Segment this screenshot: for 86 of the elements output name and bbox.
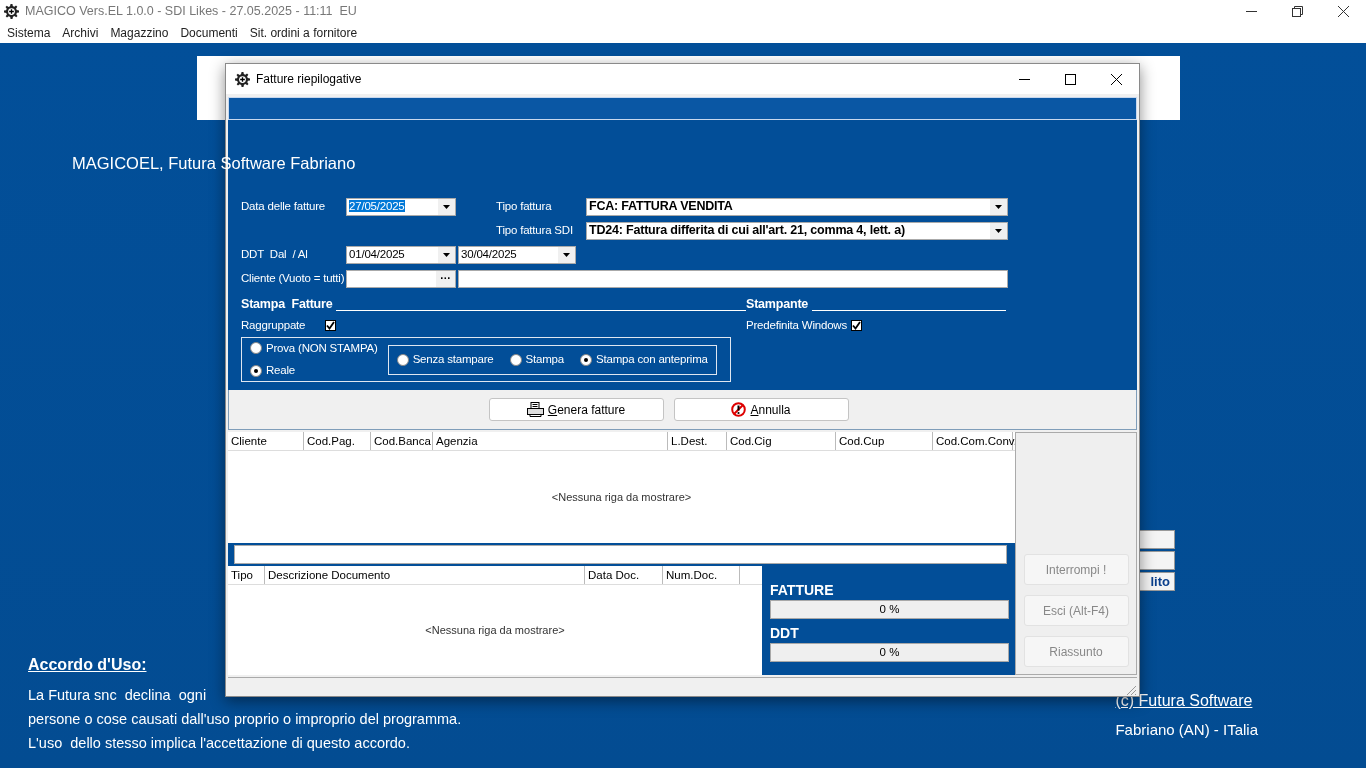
dropdown-button[interactable]	[990, 222, 1007, 239]
resize-grip-icon[interactable]	[1125, 684, 1137, 696]
gear-icon	[235, 71, 250, 87]
customer-name-field[interactable]	[458, 269, 1008, 288]
dropdown-button[interactable]	[990, 198, 1007, 215]
checkbox-label: Raggruppate	[241, 317, 307, 333]
menu-item[interactable]: Magazzino	[105, 23, 176, 42]
input-field[interactable]	[234, 545, 1007, 564]
progress-label: DDT	[770, 625, 799, 641]
field-label: Tipo fattura	[496, 198, 553, 214]
radio-label: Reale	[266, 363, 296, 378]
column-header[interactable]: L.Dest.	[668, 432, 727, 450]
field-value: TD24: Fattura differita di cui all'art. 21, comma 4, lett. a)	[589, 223, 905, 238]
column-header[interactable]: Tipo	[228, 566, 265, 584]
agreement-text: persone o cose causati dall'uso proprio o improprio del programma.	[28, 711, 462, 727]
column-header[interactable]: Data Doc.	[585, 566, 663, 584]
menu-item[interactable]: Documenti	[175, 23, 245, 42]
radio-button[interactable]	[250, 342, 262, 355]
radio-button[interactable]	[509, 353, 522, 366]
radio-label: Stampa	[525, 351, 564, 367]
dropdown-field[interactable]: 01/04/2025	[346, 245, 456, 264]
radio-button[interactable]	[396, 353, 409, 366]
radio-button[interactable]	[250, 364, 262, 377]
dialog-title: Fatture riepilogative	[256, 71, 362, 88]
cancel-icon	[731, 402, 747, 417]
browse-button[interactable]: ···	[436, 270, 455, 287]
field-value: 27/05/2025	[349, 199, 405, 212]
dropdown-field[interactable]: 27/05/2025	[346, 197, 456, 216]
caret-icon	[563, 252, 570, 257]
column-header[interactable]: Descrizione Documento	[265, 566, 585, 584]
progress-label: FATTURE	[770, 582, 834, 598]
close-icon[interactable]	[1110, 73, 1122, 85]
field-value: FCA: FATTURA VENDITA	[589, 199, 733, 214]
field-label: DDT Dal / Al	[241, 246, 309, 262]
checkbox-label: Predefinita Windows	[746, 317, 848, 333]
caret-icon	[995, 228, 1002, 233]
dropdown-field[interactable]: 30/04/2025	[458, 245, 576, 264]
caret-icon	[995, 204, 1002, 209]
cancel-button[interactable]: Annulla	[673, 398, 849, 421]
field-value: 01/04/2025	[349, 247, 405, 260]
field-label: Tipo fattura SDI	[496, 222, 574, 238]
column-header[interactable]: Cod.Cig	[727, 432, 836, 450]
progress-reading: 0 %	[878, 602, 901, 617]
column-header[interactable]: Cliente	[228, 432, 304, 450]
menu-item[interactable]: Sit. ordini a fornitore	[244, 23, 365, 42]
window-title: MAGICO Vers.EL 1.0.0 - SDI Likes - 27.05.2025 - 11:11 EU	[25, 2, 357, 20]
dropdown-button[interactable]	[438, 198, 455, 215]
caret-icon	[443, 252, 450, 257]
empty-message: <Nessuna riga da mostrare>	[425, 622, 565, 638]
restore-icon[interactable]	[1291, 5, 1303, 17]
field-label: Cliente (Vuoto = tutti)	[241, 270, 346, 286]
radio-label: Prova (NON STAMPA)	[266, 340, 378, 356]
menu-item[interactable]: Archivi	[57, 23, 106, 42]
close-icon[interactable]	[1337, 5, 1349, 17]
column-header[interactable]: Cod.Com.Conv.	[933, 432, 1013, 450]
customer-code-field[interactable]: ···	[346, 269, 456, 288]
agreement-text: La Futura snc declina ogni	[28, 687, 207, 703]
field-label: Data delle fatture	[241, 198, 326, 214]
radio-button[interactable]	[580, 353, 592, 366]
column-header[interactable]: Num.Doc.	[663, 566, 740, 584]
checkbox[interactable]	[325, 319, 336, 331]
column-header[interactable]: Cod.Banca	[371, 432, 433, 450]
column-header[interactable]: Cod.Pag.	[304, 432, 371, 450]
agreement-text: L'uso dello stesso implica l'accettazione di questo accordo.	[28, 735, 410, 751]
dropdown-field[interactable]: FCA: FATTURA VENDITA	[586, 197, 1008, 216]
agreement-title: Accordo d'Uso:	[28, 655, 147, 675]
section-title: Stampante	[746, 296, 809, 313]
field-value: 30/04/2025	[461, 247, 517, 260]
column-header[interactable]: Agenzia	[433, 432, 668, 450]
dropdown-button[interactable]	[438, 246, 455, 263]
credit-location: Fabriano (AN) - ITalia	[1115, 720, 1258, 740]
maximize-icon[interactable]	[1064, 73, 1076, 85]
gear-icon	[4, 3, 19, 19]
column-header[interactable]: Cod.Cup	[836, 432, 933, 450]
dropdown-button[interactable]	[558, 246, 575, 263]
printer-icon	[526, 402, 544, 417]
dropdown-field[interactable]: TD24: Fattura differita di cui all'art. 21, comma 4, lett. a)	[586, 221, 1008, 240]
caret-icon	[443, 204, 450, 209]
menu-item[interactable]: Sistema	[2, 23, 58, 42]
checkbox[interactable]	[851, 319, 863, 331]
generate-button[interactable]: Genera fatture	[488, 398, 664, 421]
radio-label: Stampa con anteprima	[596, 351, 708, 367]
empty-message: <Nessuna riga da mostrare>	[551, 489, 692, 505]
section-title: Stampa Fatture	[241, 296, 333, 313]
radio-label: Senza stampare	[412, 351, 494, 367]
progress-reading: 0 %	[878, 645, 901, 660]
